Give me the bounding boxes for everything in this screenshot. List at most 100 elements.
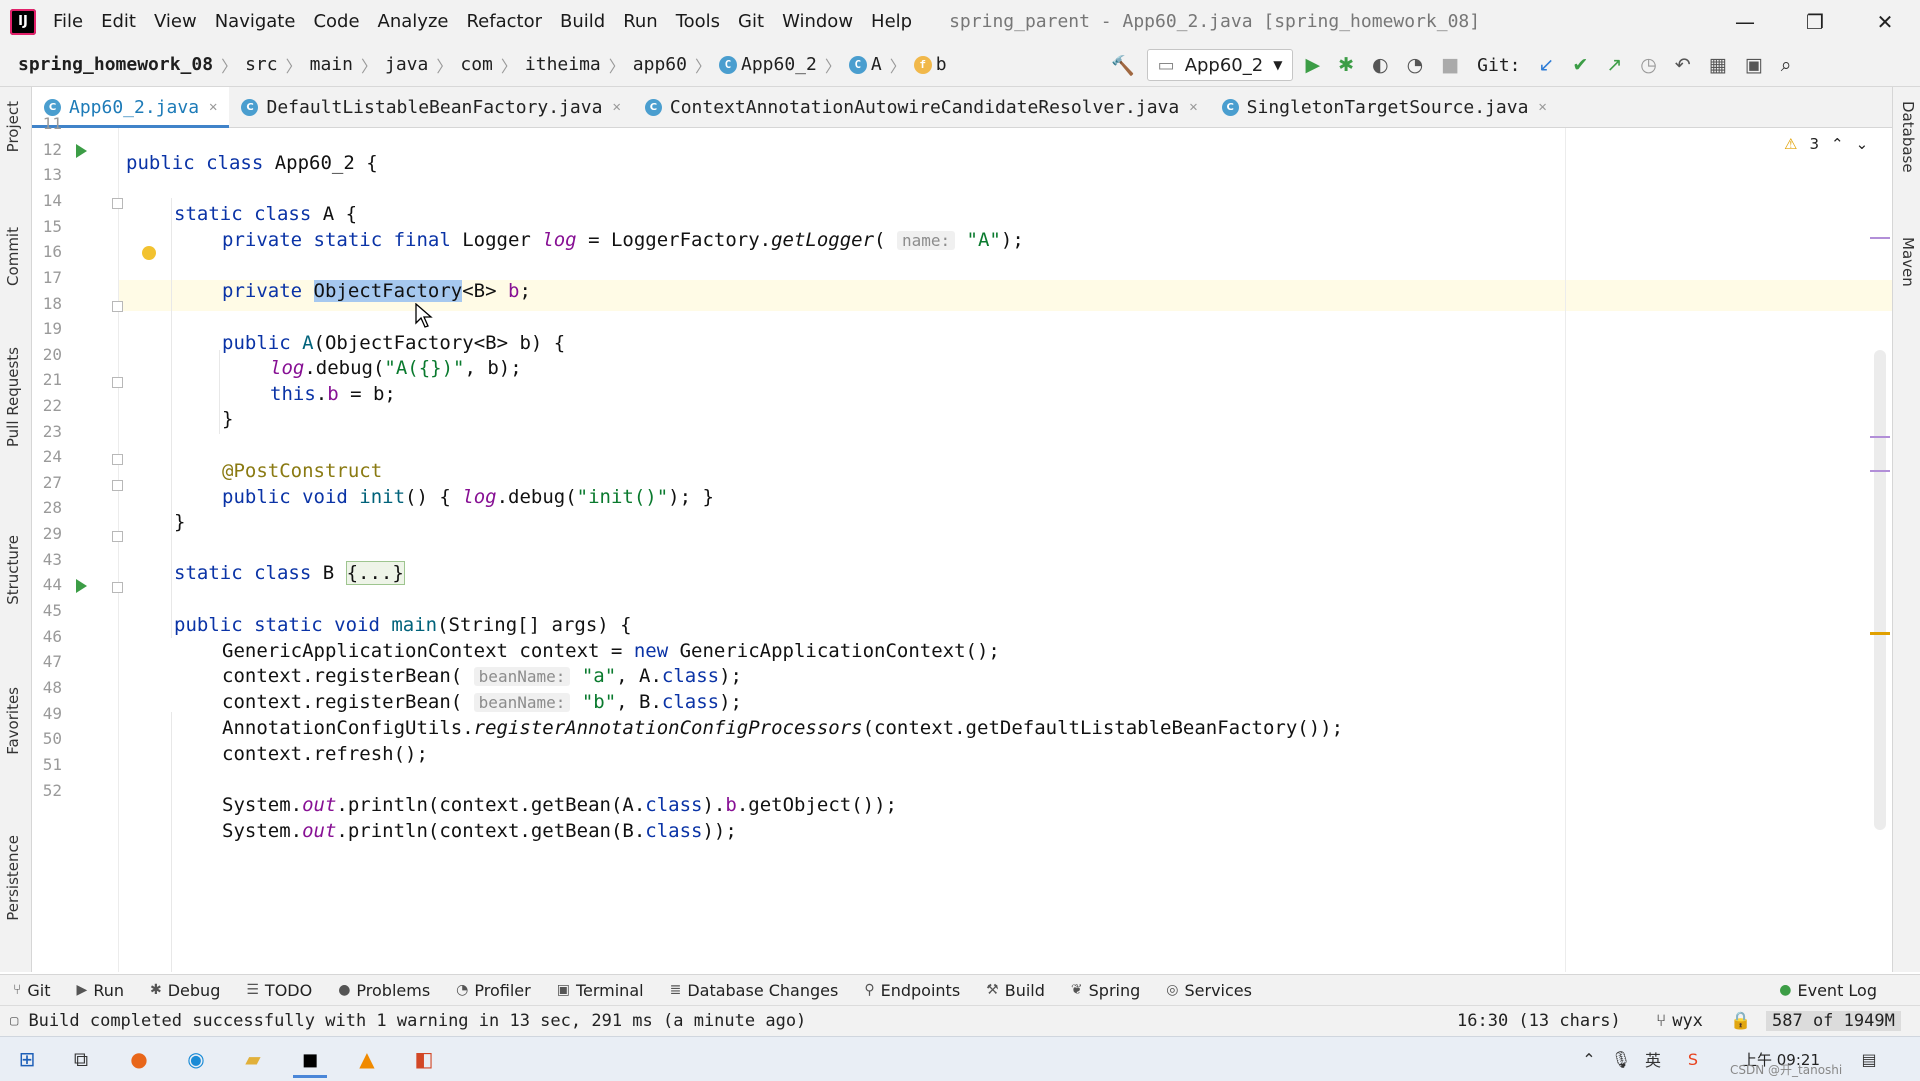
menu-item-window[interactable]: Window xyxy=(773,11,862,32)
sogou-icon[interactable]: S xyxy=(1676,1043,1710,1075)
tool-tab-persistence[interactable]: Persistence xyxy=(4,835,22,921)
field-log: log xyxy=(542,229,577,251)
run-gutter-icon[interactable] xyxy=(76,579,87,593)
tool-window-terminal[interactable]: ▣ Terminal xyxy=(544,981,657,1000)
tool-tab-pull-requests[interactable]: Pull Requests xyxy=(4,347,22,447)
tool-tab-structure[interactable]: Structure xyxy=(4,535,22,605)
run-configuration-select[interactable]: ▭ App60_2 ▼ xyxy=(1146,49,1294,81)
breadcrumb-item[interactable]: main xyxy=(306,54,357,75)
breadcrumb-item[interactable]: src xyxy=(241,54,282,75)
powerpoint-icon[interactable]: ◧ xyxy=(407,1043,441,1075)
profile-icon[interactable]: ◔ xyxy=(1401,50,1430,80)
layout-icon[interactable]: ▣ xyxy=(1739,50,1769,80)
minimize-button[interactable]: — xyxy=(1710,0,1780,43)
folded-block[interactable]: {...} xyxy=(345,561,405,585)
breadcrumb-item[interactable]: C App60_2 xyxy=(715,54,821,75)
restore-button[interactable]: ❐ xyxy=(1780,0,1850,43)
tool-tab-database[interactable]: Database xyxy=(1899,101,1917,173)
tool-tab-favorites[interactable]: Favorites xyxy=(4,687,22,755)
search-icon[interactable]: ⌕ xyxy=(1775,50,1798,80)
menu-item-help[interactable]: Help xyxy=(862,11,921,32)
menu-item-run[interactable]: Run xyxy=(614,11,667,32)
breadcrumb-item[interactable]: itheima xyxy=(521,54,605,75)
close-icon[interactable]: ✕ xyxy=(209,99,217,115)
close-icon[interactable]: ✕ xyxy=(612,99,620,115)
git-push-icon[interactable]: ↗ xyxy=(1600,50,1628,80)
tool-tab-commit[interactable]: Commit xyxy=(4,227,22,286)
tool-window-git[interactable]: ⑂ Git xyxy=(0,981,64,1000)
close-icon[interactable]: ✕ xyxy=(1189,99,1197,115)
breadcrumb-item[interactable]: com xyxy=(456,54,497,75)
code-text: GenericApplicationContext context = xyxy=(222,640,634,662)
notification-icon[interactable]: ▤ xyxy=(1852,1043,1886,1075)
run-gutter-icon[interactable] xyxy=(76,144,87,158)
debug-icon[interactable]: ✱ xyxy=(1332,50,1360,80)
tool-window-event-log[interactable]: ● Event Log xyxy=(1766,981,1890,1000)
next-highlight-icon[interactable]: ⌄ xyxy=(1856,135,1869,153)
string-literal: "A({})" xyxy=(384,357,465,379)
tool-window-run[interactable]: ▶ Run xyxy=(64,981,137,1000)
close-window-button[interactable]: ✕ xyxy=(1850,0,1920,43)
tool-window-build[interactable]: ⚒ Build xyxy=(973,981,1058,1000)
lock-icon[interactable]: 🔒 xyxy=(1730,1011,1751,1031)
editor-scrollbar[interactable] xyxy=(1874,350,1886,830)
tool-window-services[interactable]: ◎ Services xyxy=(1153,981,1265,1000)
menu-item-analyze[interactable]: Analyze xyxy=(369,11,458,32)
tool-tab-maven[interactable]: Maven xyxy=(1899,237,1917,287)
tool-window-database-changes[interactable]: ≣ Database Changes xyxy=(657,981,852,1000)
build-hammer-icon[interactable]: 🔨 xyxy=(1105,50,1141,80)
rollback-icon[interactable]: ↶ xyxy=(1669,50,1697,80)
menu-item-view[interactable]: View xyxy=(145,11,206,32)
menu-item-edit[interactable]: Edit xyxy=(92,11,145,32)
tool-window-profiler[interactable]: ◔ Profiler xyxy=(443,981,544,1000)
code-editor[interactable]: public class App60_2 { static class A { … xyxy=(119,128,1565,972)
tray-chevron-up-icon[interactable]: ⌃ xyxy=(1572,1043,1606,1075)
breadcrumb-item[interactable]: spring_homework_08 xyxy=(14,54,217,75)
breadcrumb-item[interactable]: app60 xyxy=(629,54,691,75)
tool-window-endpoints[interactable]: ⚲ Endpoints xyxy=(851,981,973,1000)
menu-item-build[interactable]: Build xyxy=(551,11,614,32)
coverage-icon[interactable]: ◐ xyxy=(1366,50,1395,80)
caret-position[interactable]: 16:30 (13 chars) xyxy=(1457,1011,1621,1031)
git-update-icon[interactable]: ↙ xyxy=(1533,50,1561,80)
project-structure-icon[interactable]: ▦ xyxy=(1703,50,1733,80)
task-view-icon[interactable]: ⧉ xyxy=(64,1043,98,1075)
status-message[interactable]: Build completed successfully with 1 warn… xyxy=(28,1011,806,1031)
editor-tab[interactable]: C DefaultListableBeanFactory.java ✕ xyxy=(229,87,632,127)
history-icon[interactable]: ◷ xyxy=(1634,50,1663,80)
tool-window-spring[interactable]: ❦ Spring xyxy=(1058,981,1153,1000)
menu-item-file[interactable]: File xyxy=(44,11,92,32)
tool-window-todo[interactable]: ☰ TODO xyxy=(233,981,325,1000)
breadcrumb-item[interactable]: CA xyxy=(845,54,886,75)
tool-tab-project[interactable]: Project xyxy=(4,101,22,152)
tool-window-debug[interactable]: ✱ Debug xyxy=(137,981,233,1000)
line-number: 48 xyxy=(42,678,62,697)
git-commit-icon[interactable]: ✔ xyxy=(1566,50,1594,80)
breadcrumb-item[interactable]: java xyxy=(381,54,432,75)
editor-tab[interactable]: C SingletonTargetSource.java ✕ xyxy=(1210,87,1559,127)
editor-tab[interactable]: C ContextAnnotationAutowireCandidateResol… xyxy=(633,87,1210,127)
memory-indicator[interactable]: 587 of 1949M xyxy=(1766,1011,1901,1031)
tool-window-problems[interactable]: ● Problems xyxy=(325,981,443,1000)
windows-start-icon[interactable]: ⊞ xyxy=(10,1043,44,1075)
firefox-icon[interactable]: ● xyxy=(122,1043,156,1075)
breadcrumb-item[interactable]: fb xyxy=(910,54,951,75)
input-method-indicator[interactable]: 英 xyxy=(1636,1043,1670,1075)
vlc-icon[interactable]: ▲ xyxy=(350,1043,384,1075)
run-icon[interactable]: ▶ xyxy=(1299,50,1326,80)
file-explorer-icon[interactable]: ▰ xyxy=(236,1043,270,1075)
menu-item-code[interactable]: Code xyxy=(304,11,368,32)
close-icon[interactable]: ✕ xyxy=(1538,99,1546,115)
stop-icon[interactable]: ■ xyxy=(1435,50,1465,80)
status-panel-icon[interactable]: ▢ xyxy=(10,1013,18,1029)
microphone-icon[interactable]: 🎙 xyxy=(1604,1043,1638,1075)
previous-highlight-icon[interactable]: ⌃ xyxy=(1831,135,1844,153)
menu-item-navigate[interactable]: Navigate xyxy=(206,11,305,32)
git-branch[interactable]: ⑂ wyx xyxy=(1656,1011,1703,1031)
edge-icon[interactable]: ◉ xyxy=(179,1043,213,1075)
menu-item-tools[interactable]: Tools xyxy=(667,11,729,32)
inspection-widget[interactable]: ⚠ 3 ⌃ ⌄ xyxy=(1784,135,1868,153)
intellij-taskbar-icon[interactable]: ◼ xyxy=(293,1043,327,1078)
menu-item-git[interactable]: Git xyxy=(729,11,773,32)
menu-item-refactor[interactable]: Refactor xyxy=(457,11,551,32)
